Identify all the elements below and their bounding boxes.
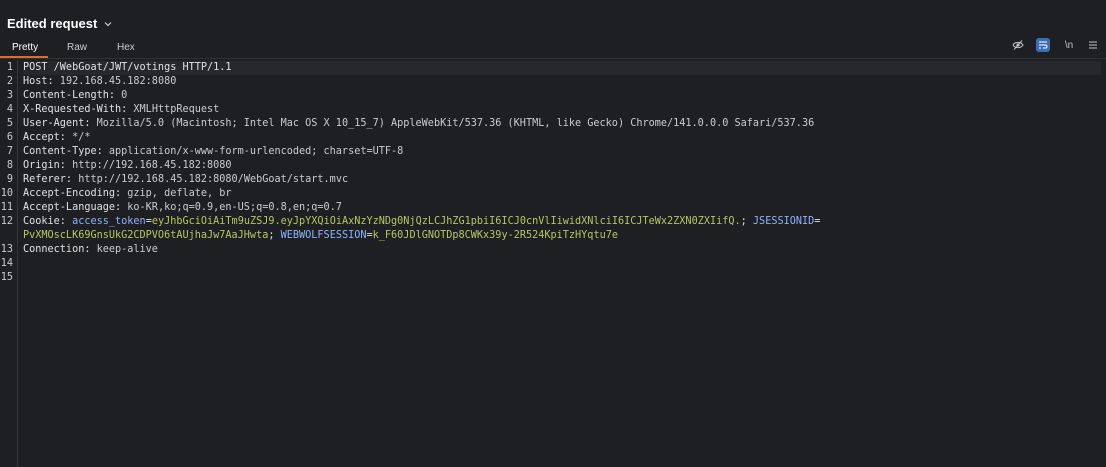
header-accept-encoding: Accept-Encoding: gzip, deflate, br <box>23 187 232 201</box>
panel-header: Edited request <box>0 0 1106 40</box>
line-number: 12 <box>0 216 13 227</box>
header-value: */* <box>65 132 91 143</box>
tab-pretty[interactable]: Pretty <box>6 39 44 57</box>
header-x-requested-with: X-Requested-With: XMLHttpRequest <box>23 103 219 117</box>
cookie-value: eyJhbGciOiAiTm9uZSJ9.eyJpYXQiOiAxNzYzNDg… <box>151 216 741 227</box>
header-connection: Connection: keep-alive <box>23 243 158 257</box>
line-number: 10 <box>0 188 13 199</box>
header-key: Cookie: <box>23 216 66 227</box>
line-number: 1 <box>6 62 13 73</box>
menu-icon[interactable] <box>1086 38 1100 52</box>
header-key: Accept-Language: <box>23 202 122 213</box>
header-value: XMLHttpRequest <box>127 104 220 115</box>
header-accept: Accept: */* <box>23 131 90 145</box>
header-cookie-continued: PvXMOscLK69GnsUkG2CDPVO6tAUjhaJw7AaJHwta… <box>23 230 618 241</box>
header-value: application/x-www-form-urlencoded; chars… <box>102 146 404 157</box>
line-number: 9 <box>6 174 13 185</box>
show-newlines-toggle[interactable]: \n <box>1062 38 1076 52</box>
cookie-name: WEBWOLFSESSION <box>280 230 367 241</box>
line-number: 5 <box>6 118 13 129</box>
header-referer: Referer: http://192.168.45.182:8080/WebG… <box>23 173 348 187</box>
header-key: Referer: <box>23 174 73 185</box>
header-accept-language: Accept-Language: ko-KR,ko;q=0.9,en-US;q=… <box>23 201 342 215</box>
line-number: 8 <box>6 160 13 171</box>
hide-non-printable-icon[interactable] <box>1011 38 1025 52</box>
header-key: Host: <box>23 76 54 87</box>
line-number: 2 <box>6 76 13 87</box>
line-number: 14 <box>0 258 13 269</box>
line-number: 13 <box>0 244 13 255</box>
request-line: POST /WebGoat/JWT/votings HTTP/1.1 <box>23 61 1101 75</box>
wrap-lines-icon[interactable] <box>1036 38 1050 52</box>
line-number: 4 <box>6 104 13 115</box>
header-value: 192.168.45.182:8080 <box>53 76 177 87</box>
header-origin: Origin: http://192.168.45.182:8080 <box>23 159 232 173</box>
panel-title: Edited request <box>7 16 98 31</box>
header-value: 0 <box>115 90 128 101</box>
header-value: gzip, deflate, br <box>121 188 232 199</box>
header-cookie: Cookie: access_token=eyJhbGciOiAiTm9uZSJ… <box>23 216 821 227</box>
header-content-type: Content-Type: application/x-www-form-url… <box>23 145 403 159</box>
panel-title-dropdown[interactable]: Edited request <box>7 16 113 31</box>
line-number: 3 <box>6 90 13 101</box>
header-key: Content-Type: <box>23 146 103 157</box>
cookie-name: access_token <box>72 216 146 227</box>
view-tabs: Pretty Raw Hex <box>0 39 1106 59</box>
tab-hex[interactable]: Hex <box>111 39 141 57</box>
tabbar-divider <box>0 58 1106 59</box>
chevron-down-icon <box>104 21 112 26</box>
cookie-value: PvXMOscLK69GnsUkG2CDPVO6tAUjhaJw7AaJHwta <box>23 230 269 241</box>
request-editor[interactable]: 1 2 3 4 5 6 7 8 9 10 11 12 13 14 15 POST… <box>0 60 1106 467</box>
header-value: Mozilla/5.0 (Macintosh; Intel Mac OS X 1… <box>90 118 815 129</box>
line-number: 15 <box>0 272 13 283</box>
header-key: X-Requested-With: <box>23 104 128 115</box>
header-value: http://192.168.45.182:8080/WebGoat/start… <box>72 174 349 185</box>
tab-raw[interactable]: Raw <box>61 39 93 57</box>
header-key: Connection: <box>23 244 91 255</box>
header-key: Origin: <box>23 160 66 171</box>
header-key: Accept: <box>23 132 66 143</box>
header-value: ko-KR,ko;q=0.9,en-US;q=0.8,en;q=0.7 <box>121 202 342 213</box>
header-host: Host: 192.168.45.182:8080 <box>23 75 176 89</box>
line-number: 6 <box>6 132 13 143</box>
header-key: User-Agent: <box>23 118 91 129</box>
cookie-name: JSESSIONID <box>752 216 815 227</box>
line-number: 11 <box>0 202 13 213</box>
header-value: keep-alive <box>90 244 158 255</box>
header-value: http://192.168.45.182:8080 <box>65 160 232 171</box>
header-user-agent: User-Agent: Mozilla/5.0 (Macintosh; Inte… <box>23 117 814 131</box>
header-key: Content-Length: <box>23 90 116 101</box>
line-number: 7 <box>6 146 13 157</box>
header-key: Accept-Encoding: <box>23 188 122 199</box>
header-content-length: Content-Length: 0 <box>23 89 127 103</box>
cookie-value: k_F60JDlGNOTDp8CWKx39y-2R524KpiTzHYqtu7e <box>372 230 618 241</box>
line-number-gutter: 1 2 3 4 5 6 7 8 9 10 11 12 13 14 15 <box>0 60 18 467</box>
